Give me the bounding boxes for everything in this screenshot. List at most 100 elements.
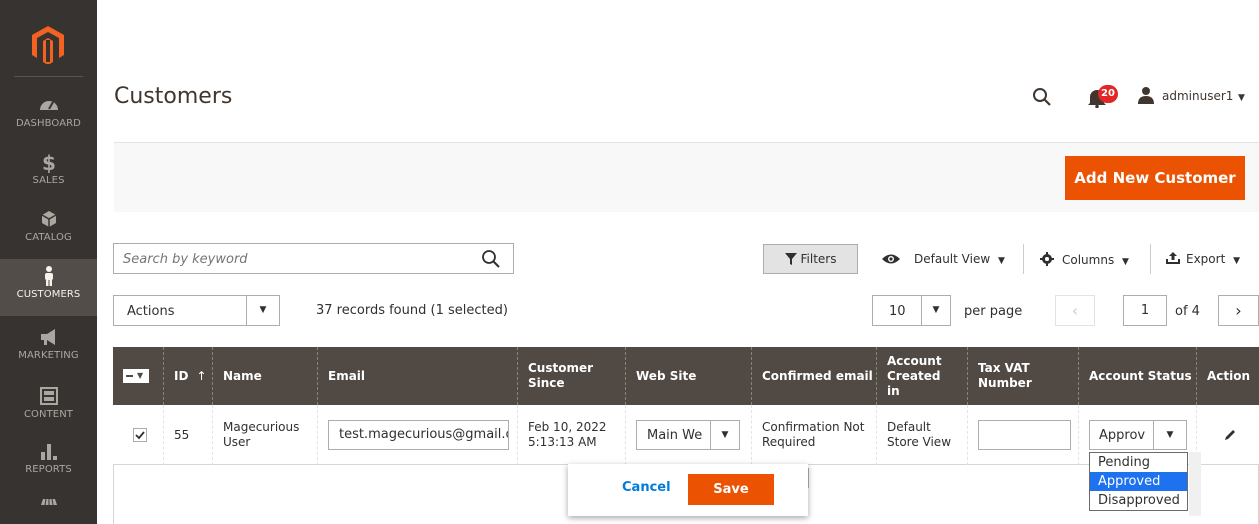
logo-divider: [14, 76, 83, 77]
per-page-value: 10: [889, 304, 906, 319]
column-header-id[interactable]: ID ↑: [163, 347, 212, 405]
column-header-account-created-in-label: Account Created in: [887, 353, 942, 398]
sidebar-item-content[interactable]: CONTENT: [0, 379, 97, 436]
sidebar-item-marketing[interactable]: MARKETING: [0, 320, 97, 377]
content-icon: [39, 387, 58, 405]
magento-logo-icon[interactable]: [28, 24, 68, 64]
search-icon[interactable]: [481, 249, 501, 269]
column-header-account-created-in[interactable]: Account Created in: [876, 347, 967, 405]
chevron-down-icon: ▼: [997, 256, 1005, 266]
email-field[interactable]: test.magecurious@gmail.com: [328, 420, 509, 450]
current-page-input[interactable]: 1: [1123, 295, 1167, 326]
cell-account-created-in: Default Store View: [876, 405, 967, 465]
column-header-id-label: ID: [174, 368, 189, 383]
account-status-select[interactable]: Approv ▼: [1089, 420, 1187, 450]
admin-sidebar: DASHBOARD $ SALES CATALOG CUSTOMERS MARK…: [0, 0, 97, 524]
status-option-disapproved[interactable]: Disapproved: [1090, 491, 1187, 510]
person-icon: [44, 266, 53, 286]
columns-label: Columns: [1062, 253, 1115, 267]
mass-select-header[interactable]: ▼: [113, 347, 163, 405]
website-select[interactable]: Main We ▼: [636, 420, 740, 450]
mass-select-checkbox[interactable]: ▼: [123, 369, 149, 383]
chevron-down-icon: ▼: [1153, 421, 1186, 449]
column-header-name[interactable]: Name: [212, 347, 317, 405]
chevron-down-icon[interactable]: ▼: [1238, 93, 1245, 103]
cell-confirmed-email: Confirmation Not Required: [751, 405, 876, 465]
store-icon: [40, 498, 57, 506]
grid-header: ▼ ID ↑ Name Email Customer Since Web Sit…: [113, 347, 1259, 405]
mass-actions-dropdown[interactable]: Actions ▼: [113, 295, 280, 326]
sidebar-item-label: SALES: [32, 175, 65, 186]
sort-ascending-icon: ↑: [196, 368, 207, 383]
cell-name-text: Magecurious User: [223, 420, 300, 449]
sidebar-item-customers[interactable]: CUSTOMERS: [0, 259, 97, 316]
column-header-action: Action: [1196, 347, 1259, 405]
sidebar-item-label: DASHBOARD: [15, 118, 81, 129]
account-status-options: Pending Approved Disapproved: [1089, 452, 1188, 511]
table-row[interactable]: 55 Magecurious User test.magecurious@gma…: [113, 405, 1259, 465]
search-input[interactable]: [123, 250, 463, 268]
sidebar-item-label: MARKETING: [18, 350, 79, 361]
page-title: Customers: [114, 84, 233, 109]
column-header-email[interactable]: Email: [317, 347, 517, 405]
cancel-button[interactable]: Cancel: [622, 480, 671, 495]
tax-vat-field[interactable]: [978, 420, 1071, 450]
dropdown-shadow: [1189, 452, 1201, 516]
cell-action: [1196, 405, 1259, 465]
dashboard-icon: [39, 101, 58, 110]
sidebar-item-sales[interactable]: $ SALES: [0, 145, 97, 202]
actions-label: Actions: [127, 304, 175, 319]
save-button[interactable]: Save: [688, 474, 774, 505]
dollar-icon: $: [42, 151, 56, 173]
sidebar-item-catalog[interactable]: CATALOG: [0, 202, 97, 259]
user-icon[interactable]: [1138, 86, 1154, 104]
add-new-customer-button[interactable]: Add New Customer: [1065, 156, 1245, 200]
column-header-tax-vat[interactable]: Tax VAT Number: [967, 347, 1078, 405]
toolbar-divider: [1023, 244, 1024, 274]
records-count: 37 records found (1 selected): [316, 303, 508, 318]
column-header-account-status[interactable]: Account Status: [1078, 347, 1196, 405]
filters-button[interactable]: Filters: [763, 244, 858, 274]
chevron-down-icon: ▼: [921, 296, 950, 325]
cell-email: test.magecurious@gmail.com: [317, 405, 517, 465]
status-option-approved[interactable]: Approved: [1090, 472, 1187, 491]
admin-username[interactable]: adminuser1: [1162, 89, 1233, 103]
default-view-dropdown[interactable]: Default View ▼: [882, 252, 1005, 266]
svg-text:$: $: [42, 151, 56, 173]
columns-dropdown[interactable]: Columns ▼: [1040, 252, 1129, 267]
sidebar-item-dashboard[interactable]: DASHBOARD: [0, 88, 97, 145]
column-header-website[interactable]: Web Site: [625, 347, 751, 405]
search-icon[interactable]: [1032, 87, 1052, 107]
per-page-dropdown[interactable]: 10 ▼: [872, 295, 951, 326]
status-option-pending[interactable]: Pending: [1090, 453, 1187, 472]
cell-account-created-in-text: Default Store View: [887, 420, 952, 449]
column-header-customer-since[interactable]: Customer Since: [517, 347, 625, 405]
chevron-down-icon: ▼: [1122, 257, 1129, 267]
cell-website: Main We ▼: [625, 405, 751, 465]
filters-label: Filters: [800, 252, 837, 266]
row-checkbox[interactable]: [133, 428, 147, 442]
export-dropdown[interactable]: Export ▼: [1166, 252, 1240, 266]
next-page-button[interactable]: ›: [1218, 295, 1259, 326]
sidebar-item-reports[interactable]: REPORTS: [0, 434, 97, 491]
export-label: Export: [1186, 252, 1226, 266]
pencil-icon[interactable]: [1224, 429, 1236, 441]
sidebar-item-label: REPORTS: [25, 464, 72, 475]
sidebar-item-label: CUSTOMERS: [16, 289, 81, 300]
previous-page-button[interactable]: ‹: [1055, 295, 1095, 326]
per-page-label: per page: [964, 304, 1023, 319]
cell-name: Magecurious User: [212, 405, 317, 465]
chevron-down-icon: ▼: [710, 421, 739, 449]
column-header-customer-since-label: Customer Since: [528, 361, 594, 390]
gear-icon: [1040, 252, 1054, 266]
cell-customer-since-text: Feb 10, 2022 5:13:13 AM: [528, 420, 607, 449]
chevron-down-icon: ▼: [246, 296, 279, 325]
sidebar-item-stores[interactable]: [0, 490, 97, 524]
chevron-down-icon: ▼: [1233, 256, 1241, 266]
notifications-badge[interactable]: 20: [1098, 85, 1118, 103]
chevron-down-icon: ▼: [137, 371, 144, 380]
filter-icon: [784, 253, 797, 265]
keyword-search: [113, 243, 514, 274]
column-header-confirmed-email[interactable]: Confirmed email: [751, 347, 876, 405]
megaphone-icon: [40, 329, 55, 345]
